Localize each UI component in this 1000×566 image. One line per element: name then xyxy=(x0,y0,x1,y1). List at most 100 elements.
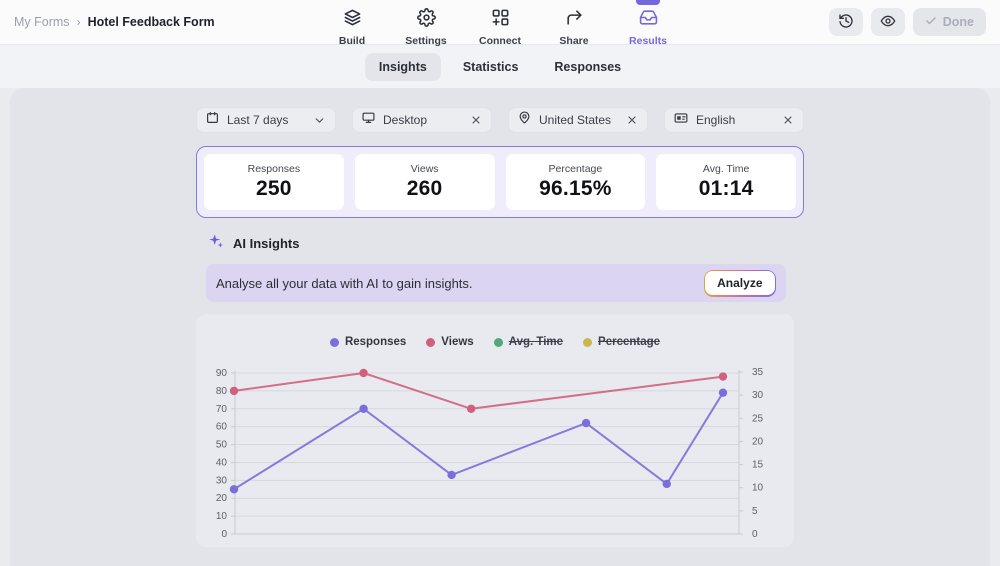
nav-label: Connect xyxy=(479,35,521,47)
svg-text:30: 30 xyxy=(216,475,228,486)
ai-banner-text: Analyse all your data with AI to gain in… xyxy=(216,276,704,291)
svg-text:90: 90 xyxy=(216,368,228,379)
history-icon xyxy=(838,13,854,32)
results-tabs: Insights Statistics Responses xyxy=(0,45,1000,88)
close-icon[interactable] xyxy=(626,114,638,126)
stats-summary: Responses 250 Views 260 Percentage 96.15… xyxy=(196,146,804,218)
filter-label: Last 7 days xyxy=(227,113,305,127)
inbox-icon xyxy=(639,8,658,32)
svg-text:5: 5 xyxy=(752,506,758,517)
integrations-grid-icon xyxy=(491,8,510,32)
legend-item-percentage[interactable]: Percentage xyxy=(583,336,660,348)
calendar-icon xyxy=(206,111,219,129)
chart-legend: Responses Views Avg. Time Percentage xyxy=(196,336,794,348)
legend-dot xyxy=(330,338,339,347)
stat-value: 260 xyxy=(407,177,443,201)
done-label: Done xyxy=(943,15,974,29)
analyze-button[interactable]: Analyze xyxy=(705,271,774,295)
legend-item-views[interactable]: Views xyxy=(426,336,473,348)
stat-label: Avg. Time xyxy=(703,163,750,175)
preview-button[interactable] xyxy=(871,8,905,36)
tab-insights[interactable]: Insights xyxy=(365,53,441,81)
tab-statistics[interactable]: Statistics xyxy=(449,53,533,81)
nav-label: Settings xyxy=(405,35,446,47)
svg-text:70: 70 xyxy=(216,404,228,415)
nav-item-settings[interactable]: Settings xyxy=(400,0,452,45)
gear-icon xyxy=(417,8,436,32)
stat-value: 250 xyxy=(256,177,292,201)
nav-item-connect[interactable]: Connect xyxy=(474,0,526,45)
svg-text:10: 10 xyxy=(752,483,764,494)
stat-value: 01:14 xyxy=(699,177,754,201)
legend-item-responses[interactable]: Responses xyxy=(330,336,406,348)
analyze-button-border: Analyze xyxy=(704,270,776,297)
chevron-down-icon[interactable] xyxy=(313,114,326,127)
svg-text:30: 30 xyxy=(752,390,764,401)
ai-insights-title: AI Insights xyxy=(233,236,299,251)
nav-item-results[interactable]: Results xyxy=(622,0,674,45)
svg-text:20: 20 xyxy=(752,436,764,447)
svg-text:40: 40 xyxy=(216,457,228,468)
stat-card-avg-time: Avg. Time 01:14 xyxy=(656,154,796,210)
legend-dot xyxy=(426,338,435,347)
svg-text:10: 10 xyxy=(216,511,228,522)
language-card-icon xyxy=(674,111,688,130)
location-pin-icon xyxy=(518,111,531,129)
nav-item-share[interactable]: Share xyxy=(548,0,600,45)
svg-text:50: 50 xyxy=(216,440,228,451)
check-icon xyxy=(925,15,937,30)
svg-text:35: 35 xyxy=(752,367,764,378)
ai-banner: Analyse all your data with AI to gain in… xyxy=(206,264,786,302)
date-range-filter[interactable]: Last 7 days xyxy=(196,107,336,133)
nav-label: Share xyxy=(559,35,588,47)
close-icon[interactable] xyxy=(782,114,794,126)
svg-text:25: 25 xyxy=(752,413,764,424)
history-button[interactable] xyxy=(829,8,863,36)
nav-item-build[interactable]: Build xyxy=(326,0,378,45)
legend-item-avg-time[interactable]: Avg. Time xyxy=(494,336,563,348)
active-nav-indicator xyxy=(636,0,660,5)
done-button[interactable]: Done xyxy=(913,8,986,36)
stat-label: Views xyxy=(411,163,439,175)
breadcrumb-separator: › xyxy=(77,15,81,29)
filter-label: Desktop xyxy=(383,113,462,127)
legend-label: Avg. Time xyxy=(509,336,563,348)
top-bar: My Forms › Hotel Feedback Form Build Set… xyxy=(0,0,1000,45)
legend-dot xyxy=(583,338,592,347)
svg-text:0: 0 xyxy=(752,529,758,540)
page-background: Last 7 days Desktop xyxy=(0,88,1000,566)
close-icon[interactable] xyxy=(470,114,482,126)
svg-text:60: 60 xyxy=(216,422,228,433)
tab-responses[interactable]: Responses xyxy=(540,53,635,81)
header-actions: Done xyxy=(829,8,986,36)
stat-label: Responses xyxy=(248,163,301,175)
stat-card-views: Views 260 xyxy=(355,154,495,210)
stat-label: Percentage xyxy=(549,163,603,175)
layers-icon xyxy=(343,8,362,32)
monitor-icon xyxy=(362,111,375,129)
svg-text:0: 0 xyxy=(221,529,227,540)
country-filter[interactable]: United States xyxy=(508,107,648,133)
filter-label: United States xyxy=(539,113,618,127)
sparkle-icon xyxy=(208,233,224,254)
device-filter[interactable]: Desktop xyxy=(352,107,492,133)
legend-label: Views xyxy=(441,336,473,348)
breadcrumb: My Forms › Hotel Feedback Form xyxy=(14,15,215,29)
stat-value: 96.15% xyxy=(539,177,611,201)
top-nav: Build Settings Connect Share Results xyxy=(326,0,674,45)
share-arrow-icon xyxy=(565,8,584,32)
breadcrumb-my-forms[interactable]: My Forms xyxy=(14,15,70,29)
eye-icon xyxy=(880,13,896,32)
page-title: Hotel Feedback Form xyxy=(88,15,215,29)
stat-card-responses: Responses 250 xyxy=(204,154,344,210)
stat-card-percentage: Percentage 96.15% xyxy=(506,154,646,210)
svg-text:15: 15 xyxy=(752,460,764,471)
language-filter[interactable]: English xyxy=(664,107,804,133)
insights-chart-card: Responses Views Avg. Time Percentage xyxy=(196,314,794,547)
filter-label: English xyxy=(696,113,774,127)
svg-text:80: 80 xyxy=(216,386,228,397)
nav-label: Results xyxy=(629,35,667,47)
legend-label: Responses xyxy=(345,336,406,348)
svg-text:20: 20 xyxy=(216,493,228,504)
legend-dot xyxy=(494,338,503,347)
